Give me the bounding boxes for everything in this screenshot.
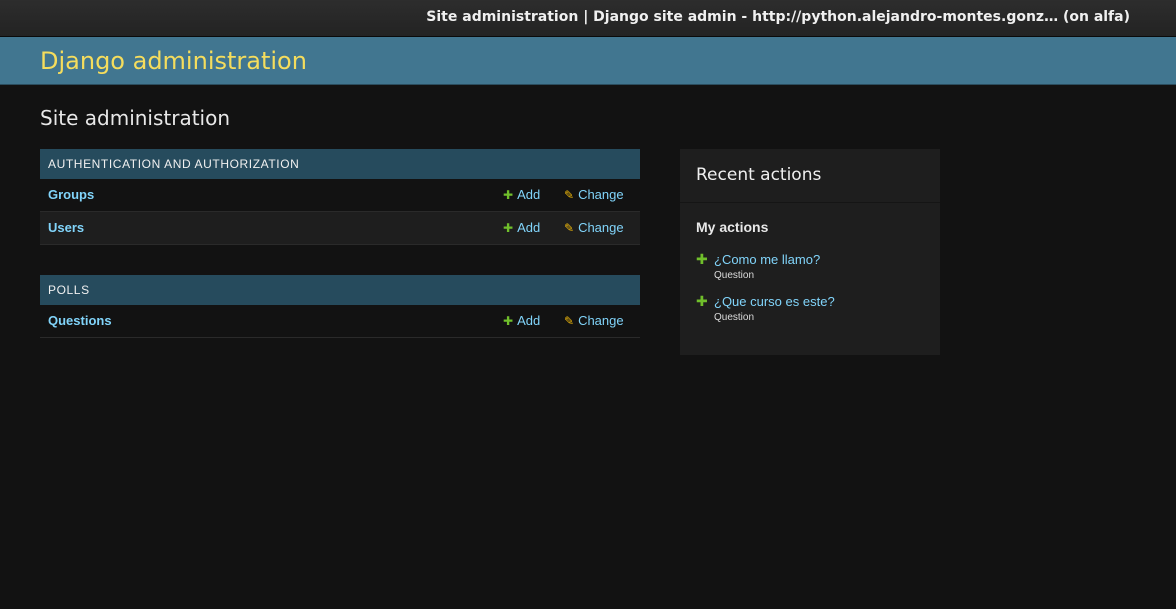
module-caption[interactable]: Polls xyxy=(40,275,640,305)
model-row-users: Users ✚ Add ✎ Change xyxy=(40,212,640,245)
plus-icon: ✚ xyxy=(503,221,514,235)
my-actions-heading: My actions xyxy=(696,219,769,235)
pencil-icon: ✎ xyxy=(564,188,575,202)
add-groups-button[interactable]: ✚ Add xyxy=(503,187,540,202)
add-label: Add xyxy=(517,313,541,328)
pencil-icon: ✎ xyxy=(564,314,575,328)
add-users-button[interactable]: ✚ Add xyxy=(503,220,540,235)
recent-actions-title: Recent actions xyxy=(680,149,940,203)
change-label: Change xyxy=(578,313,624,328)
header: Django administration xyxy=(0,37,1176,85)
add-questions-button[interactable]: ✚ Add xyxy=(503,313,540,328)
change-questions-button[interactable]: ✎ Change xyxy=(564,313,624,328)
model-link-groups[interactable]: Groups xyxy=(48,187,94,202)
site-branding[interactable]: Django administration xyxy=(40,47,307,75)
window-title: Site administration | Django site admin … xyxy=(426,9,1130,25)
recent-actions-panel: Recent actions My actions ✚ ¿Como me lla… xyxy=(680,149,940,355)
recent-action-type: Question xyxy=(714,312,755,323)
recent-action-type: Question xyxy=(714,270,755,281)
addlink-icon: ✚ xyxy=(696,251,708,267)
app-module-polls: Polls Questions ✚ Add ✎ Change xyxy=(40,275,640,338)
add-label: Add xyxy=(517,220,541,235)
recent-action-link[interactable]: ¿Que curso es este? xyxy=(714,294,835,309)
module-caption[interactable]: Authentication and Authorization xyxy=(40,149,640,179)
app-module-auth: Authentication and Authorization Groups … xyxy=(40,149,640,245)
change-label: Change xyxy=(578,220,624,235)
plus-icon: ✚ xyxy=(503,314,514,328)
recent-action-link[interactable]: ¿Como me llamo? xyxy=(714,252,820,267)
addlink-icon: ✚ xyxy=(696,293,708,309)
plus-icon: ✚ xyxy=(503,188,514,202)
pencil-icon: ✎ xyxy=(564,221,575,235)
model-link-users[interactable]: Users xyxy=(48,220,84,235)
change-users-button[interactable]: ✎ Change xyxy=(564,220,624,235)
model-link-questions[interactable]: Questions xyxy=(48,313,112,328)
page-title: Site administration xyxy=(40,106,231,130)
add-label: Add xyxy=(517,187,541,202)
change-groups-button[interactable]: ✎ Change xyxy=(564,187,624,202)
change-label: Change xyxy=(578,187,624,202)
model-row-groups: Groups ✚ Add ✎ Change xyxy=(40,179,640,212)
model-row-questions: Questions ✚ Add ✎ Change xyxy=(40,305,640,338)
window-titlebar: Site administration | Django site admin … xyxy=(0,0,1176,37)
